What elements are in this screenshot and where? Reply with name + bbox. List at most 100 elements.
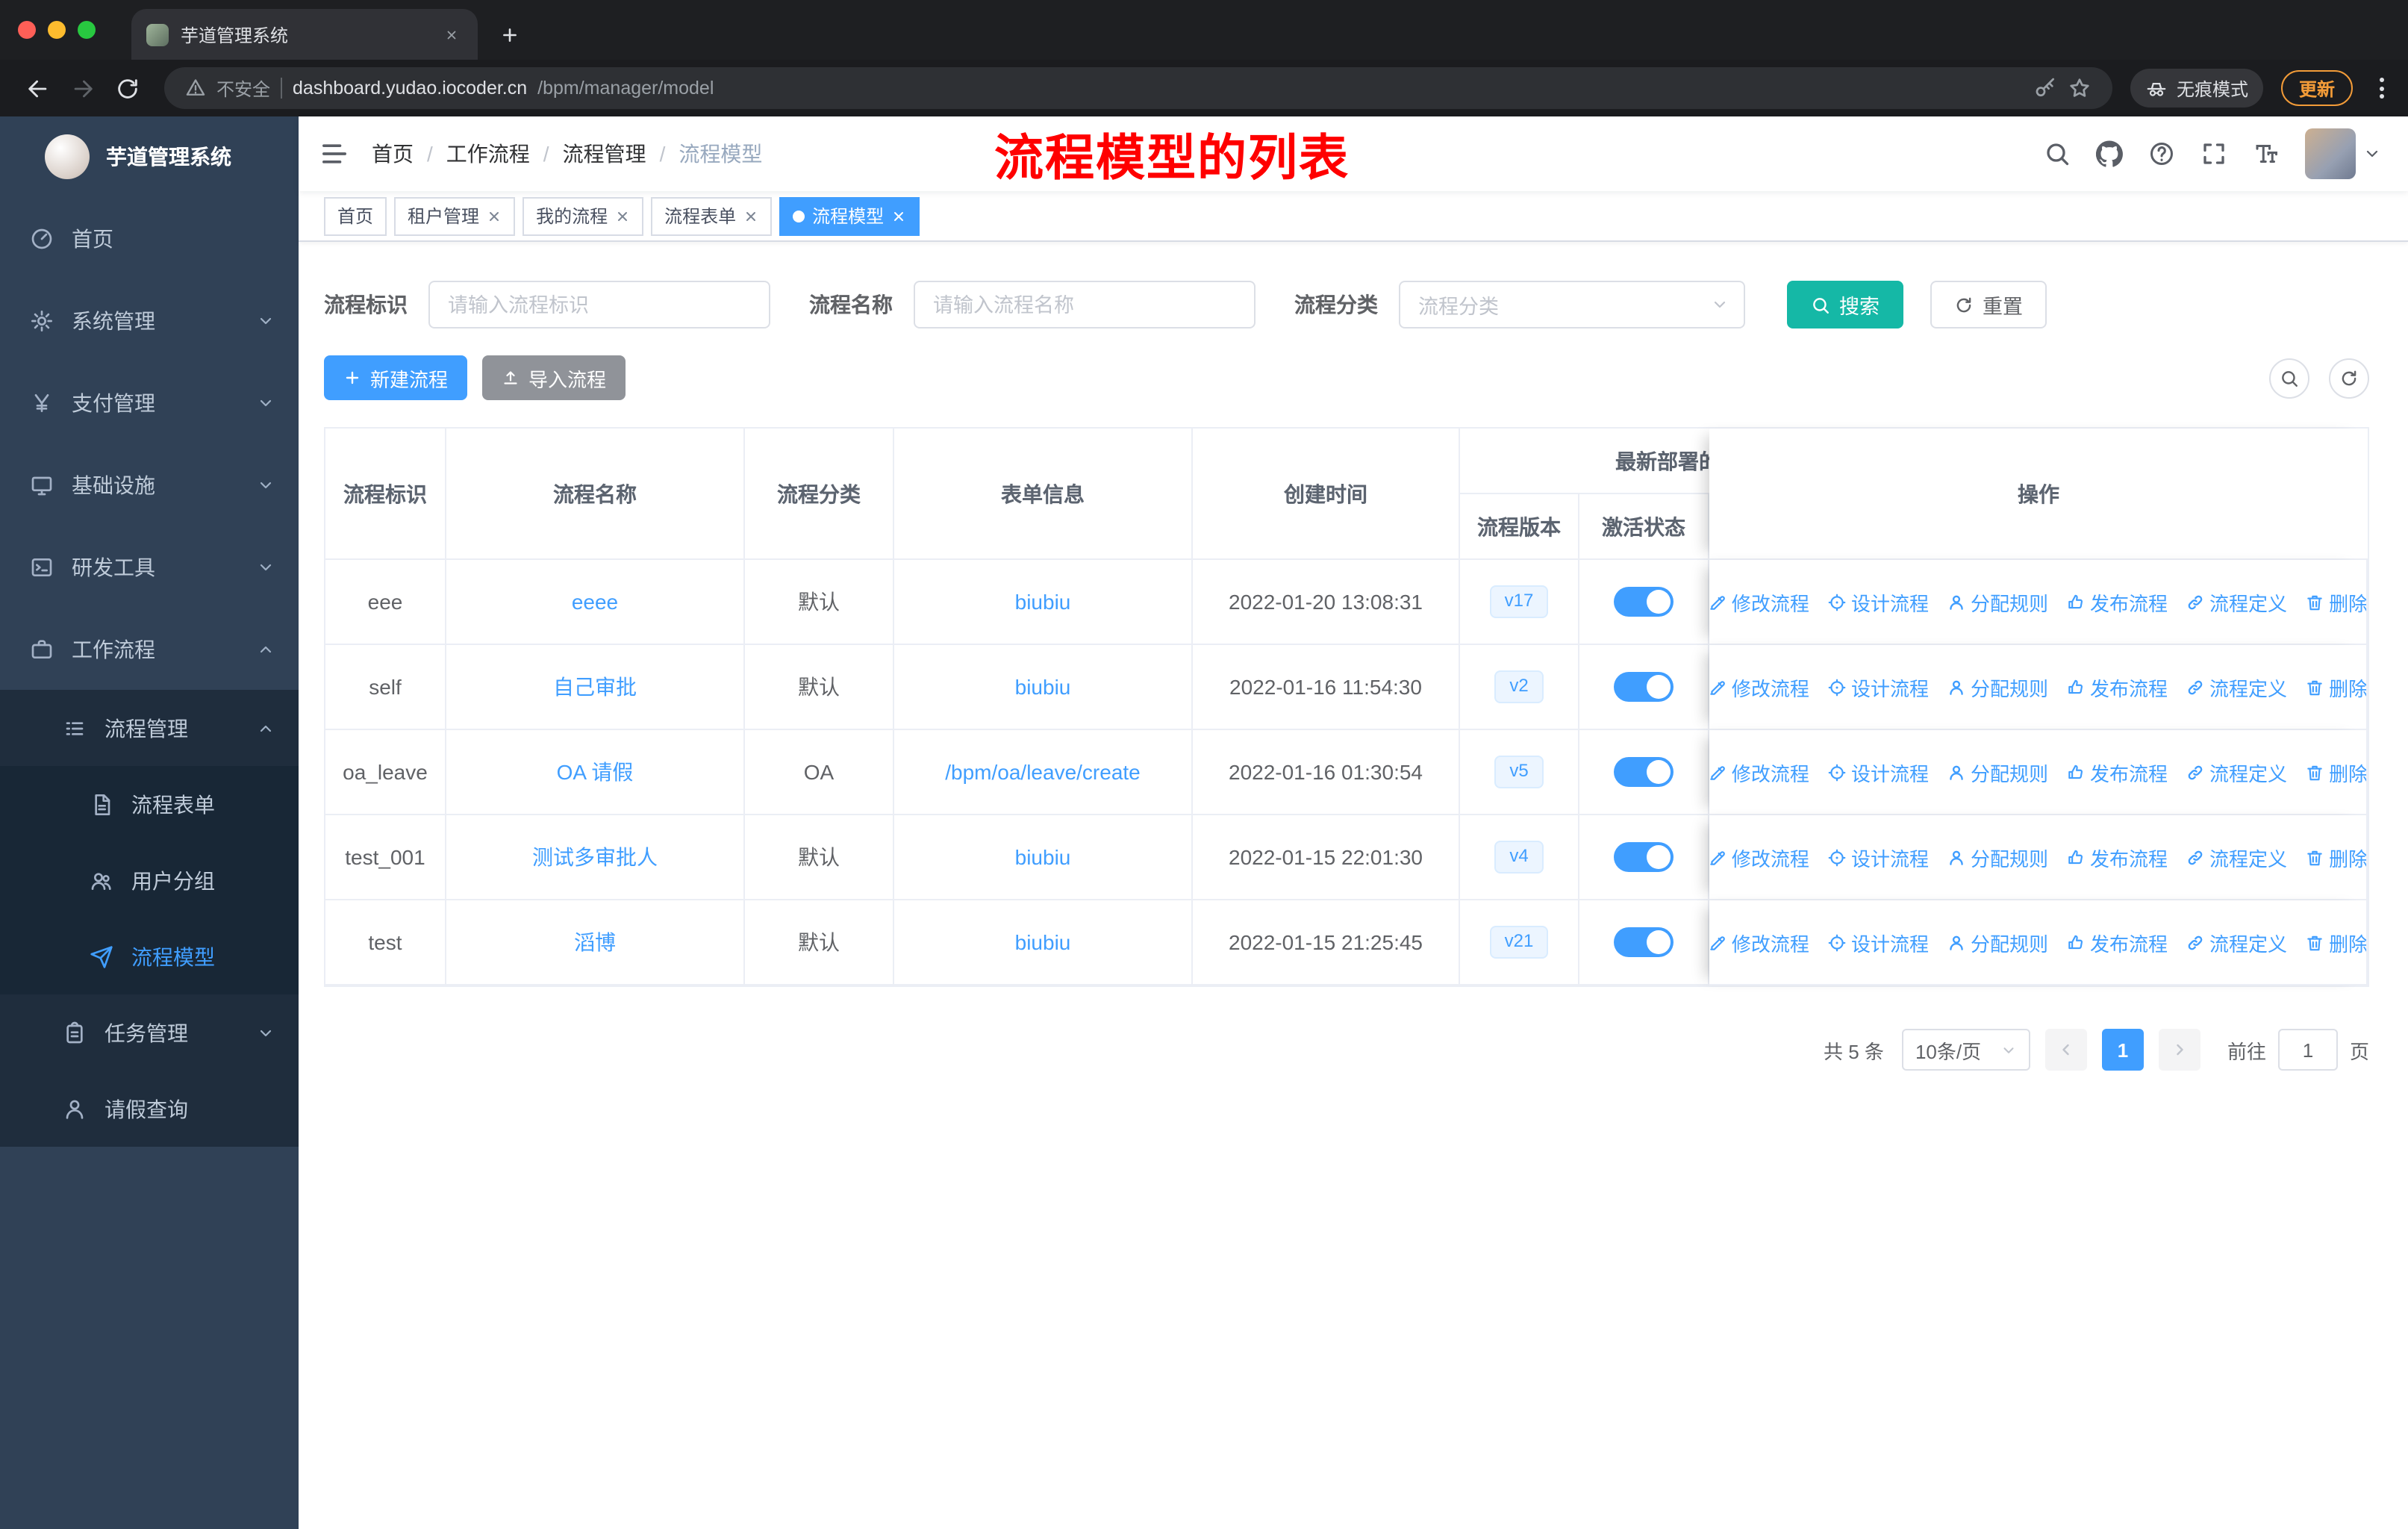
fullscreen-icon[interactable]: [2200, 140, 2227, 167]
sidebar-item-task-mgmt[interactable]: 任务管理: [0, 994, 299, 1071]
browser-menu-button[interactable]: [2374, 72, 2390, 105]
action-publish-flow-link[interactable]: 发布流程: [2066, 928, 2168, 956]
active-toggle[interactable]: [1614, 587, 1674, 617]
form-info-link[interactable]: /bpm/oa/leave/create: [945, 760, 1141, 784]
sidebar-item-system-mgmt[interactable]: 系统管理: [0, 279, 299, 361]
browser-update-button[interactable]: 更新: [2280, 70, 2353, 106]
toggle-search-button[interactable]: [2269, 358, 2309, 398]
font-size-icon[interactable]: [2253, 140, 2280, 167]
action-publish-flow-link[interactable]: 发布流程: [2066, 843, 2168, 871]
search-button[interactable]: 搜索: [1787, 281, 1903, 328]
form-info-link[interactable]: biubiu: [1015, 675, 1071, 699]
tag-my-process[interactable]: 我的流程: [523, 196, 644, 235]
breadcrumb-process-mgmt[interactable]: 流程管理: [563, 139, 646, 169]
active-toggle[interactable]: [1614, 927, 1674, 957]
page-number-button[interactable]: 1: [2101, 1029, 2144, 1071]
action-assign-rule-link[interactable]: 分配规则: [1947, 673, 2048, 701]
process-id-input[interactable]: [428, 281, 770, 328]
sidebar-item-process-mgmt[interactable]: 流程管理: [0, 690, 299, 766]
close-icon[interactable]: [615, 208, 630, 223]
model-name-link[interactable]: 自己审批: [553, 672, 637, 702]
action-assign-rule-link[interactable]: 分配规则: [1947, 758, 2048, 786]
action-delete-link[interactable]: 删除: [2305, 928, 2366, 956]
sidebar-item-process-model[interactable]: 流程模型: [0, 918, 299, 994]
sidebar-item-dev-tools[interactable]: 研发工具: [0, 526, 299, 608]
password-key-icon[interactable]: [2033, 76, 2057, 100]
action-flow-definition-link[interactable]: 流程定义: [2186, 758, 2287, 786]
help-icon[interactable]: [2148, 140, 2175, 167]
close-icon[interactable]: [743, 208, 758, 223]
action-design-flow-link[interactable]: 设计流程: [1827, 843, 1929, 871]
sidebar-item-payment-mgmt[interactable]: 支付管理: [0, 361, 299, 443]
search-icon[interactable]: [2044, 140, 2071, 167]
process-name-input[interactable]: [914, 281, 1256, 328]
action-delete-link[interactable]: 删除: [2305, 673, 2366, 701]
close-icon[interactable]: [891, 208, 906, 223]
sidebar-item-workflow[interactable]: 工作流程: [0, 608, 299, 690]
sidebar-collapse-button[interactable]: [319, 139, 349, 169]
action-modify-flow-link[interactable]: 修改流程: [1709, 588, 1809, 616]
breadcrumb-workflow[interactable]: 工作流程: [446, 139, 530, 169]
action-modify-flow-link[interactable]: 修改流程: [1709, 758, 1809, 786]
model-name-link[interactable]: OA 请假: [557, 757, 634, 787]
form-info-link[interactable]: biubiu: [1015, 845, 1071, 869]
refresh-table-button[interactable]: [2329, 358, 2369, 398]
reset-button[interactable]: 重置: [1930, 281, 2047, 328]
action-publish-flow-link[interactable]: 发布流程: [2066, 588, 2168, 616]
action-delete-link[interactable]: 删除: [2305, 758, 2366, 786]
action-delete-link[interactable]: 删除: [2305, 843, 2366, 871]
new-tab-button[interactable]: [490, 15, 528, 54]
tag-process-form[interactable]: 流程表单: [651, 196, 773, 235]
active-toggle[interactable]: [1614, 757, 1674, 787]
action-design-flow-link[interactable]: 设计流程: [1827, 673, 1929, 701]
active-toggle[interactable]: [1614, 672, 1674, 702]
user-menu[interactable]: [2305, 128, 2381, 179]
action-flow-definition-link[interactable]: 流程定义: [2186, 673, 2287, 701]
action-flow-definition-link[interactable]: 流程定义: [2186, 843, 2287, 871]
close-icon[interactable]: [487, 208, 502, 223]
action-publish-flow-link[interactable]: 发布流程: [2066, 673, 2168, 701]
bookmark-star-icon[interactable]: [2068, 76, 2092, 100]
security-label[interactable]: 不安全: [216, 75, 270, 101]
tag-tenant-mgmt[interactable]: 租户管理: [394, 196, 516, 235]
sidebar-item-leave-query[interactable]: 请假查询: [0, 1071, 299, 1147]
process-category-select[interactable]: 流程分类: [1399, 281, 1745, 328]
tag-process-model[interactable]: 流程模型: [779, 196, 920, 235]
browser-tab[interactable]: 芋道管理系统: [131, 9, 478, 60]
github-icon[interactable]: [2096, 140, 2123, 167]
reload-button[interactable]: [107, 69, 146, 108]
create-process-button[interactable]: 新建流程: [324, 355, 468, 400]
action-modify-flow-link[interactable]: 修改流程: [1709, 843, 1809, 871]
next-page-button[interactable]: [2158, 1029, 2200, 1071]
action-design-flow-link[interactable]: 设计流程: [1827, 928, 1929, 956]
goto-page-input[interactable]: [2277, 1029, 2338, 1071]
back-button[interactable]: [18, 69, 57, 108]
page-size-select[interactable]: 10条/页: [1901, 1029, 2030, 1071]
sidebar-item-process-form[interactable]: 流程表单: [0, 766, 299, 842]
sidebar-item-user-group[interactable]: 用户分组: [0, 842, 299, 918]
prev-page-button[interactable]: [2044, 1029, 2087, 1071]
tab-close-button[interactable]: [439, 22, 463, 46]
sidebar-item-home[interactable]: 首页: [0, 197, 299, 279]
sidebar-item-infrastructure[interactable]: 基础设施: [0, 443, 299, 526]
tag-home[interactable]: 首页: [324, 196, 387, 235]
window-close-button[interactable]: [18, 21, 36, 39]
window-minimize-button[interactable]: [48, 21, 66, 39]
active-toggle[interactable]: [1614, 842, 1674, 872]
app-logo[interactable]: 芋道管理系统: [0, 116, 299, 197]
action-assign-rule-link[interactable]: 分配规则: [1947, 928, 2048, 956]
action-design-flow-link[interactable]: 设计流程: [1827, 588, 1929, 616]
address-bar[interactable]: 不安全 dashboard.yudao.iocoder.cn /bpm/mana…: [164, 67, 2112, 109]
model-name-link[interactable]: eeee: [572, 590, 618, 614]
action-publish-flow-link[interactable]: 发布流程: [2066, 758, 2168, 786]
action-design-flow-link[interactable]: 设计流程: [1827, 758, 1929, 786]
action-assign-rule-link[interactable]: 分配规则: [1947, 588, 2048, 616]
action-delete-link[interactable]: 删除: [2305, 588, 2366, 616]
forward-button[interactable]: [63, 69, 102, 108]
action-flow-definition-link[interactable]: 流程定义: [2186, 928, 2287, 956]
import-process-button[interactable]: 导入流程: [482, 355, 626, 400]
action-assign-rule-link[interactable]: 分配规则: [1947, 843, 2048, 871]
model-name-link[interactable]: 测试多审批人: [532, 842, 658, 872]
action-modify-flow-link[interactable]: 修改流程: [1709, 928, 1809, 956]
action-flow-definition-link[interactable]: 流程定义: [2186, 588, 2287, 616]
